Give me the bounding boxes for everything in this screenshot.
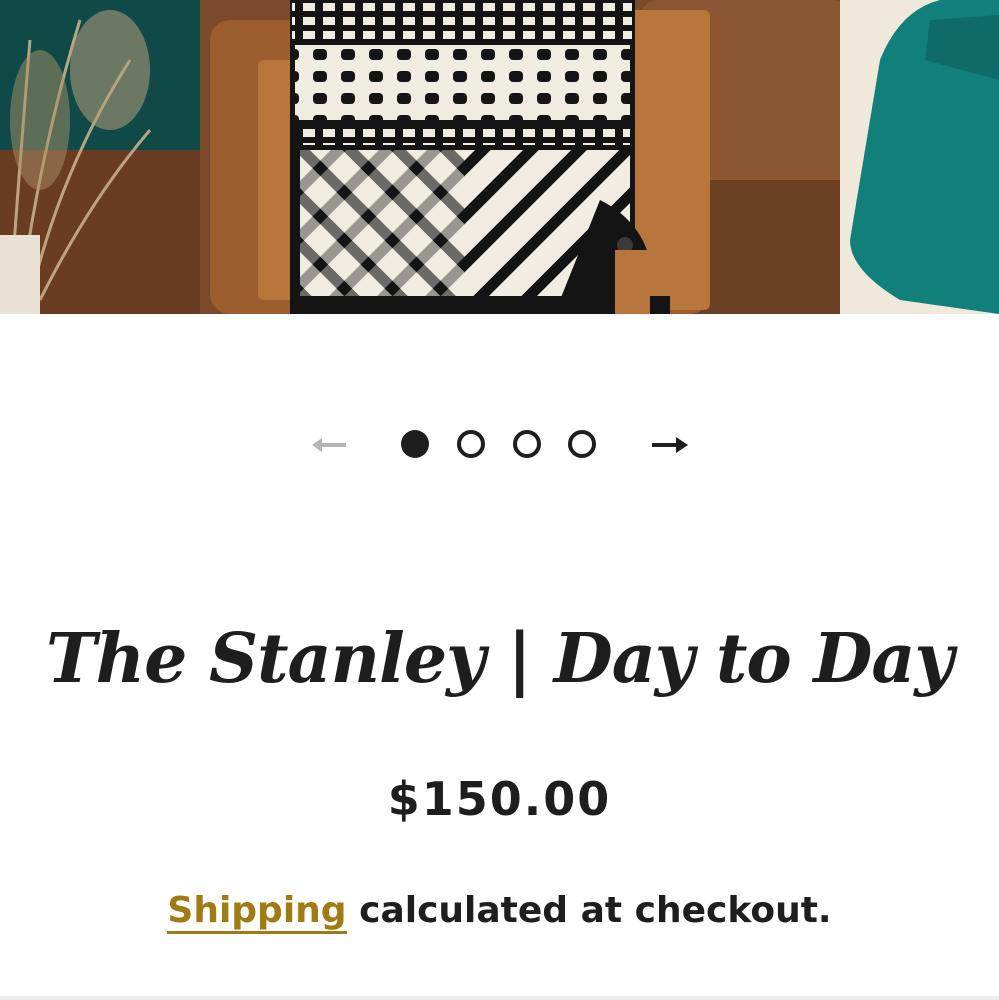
image-carousel-controls	[0, 420, 999, 470]
shipping-note: Shipping calculated at checkout.	[0, 890, 999, 934]
slide-dot-3[interactable]	[513, 430, 541, 458]
shipping-link[interactable]: Shipping	[167, 890, 347, 934]
product-page: The Stanley | Day to Day $150.00 Shippin…	[0, 0, 999, 1000]
product-title: The Stanley | Day to Day	[46, 619, 954, 699]
shipping-note-text: calculated at checkout.	[346, 890, 832, 931]
arrow-right-icon[interactable]	[650, 428, 690, 462]
slide-dot-2[interactable]	[457, 430, 485, 458]
slide-dot-1[interactable]	[401, 430, 429, 458]
product-image[interactable]	[0, 0, 999, 314]
product-price: $150.00	[387, 772, 612, 826]
arrow-left-icon[interactable]	[308, 428, 348, 462]
divider	[0, 996, 999, 1000]
slide-dot-4[interactable]	[568, 430, 596, 458]
